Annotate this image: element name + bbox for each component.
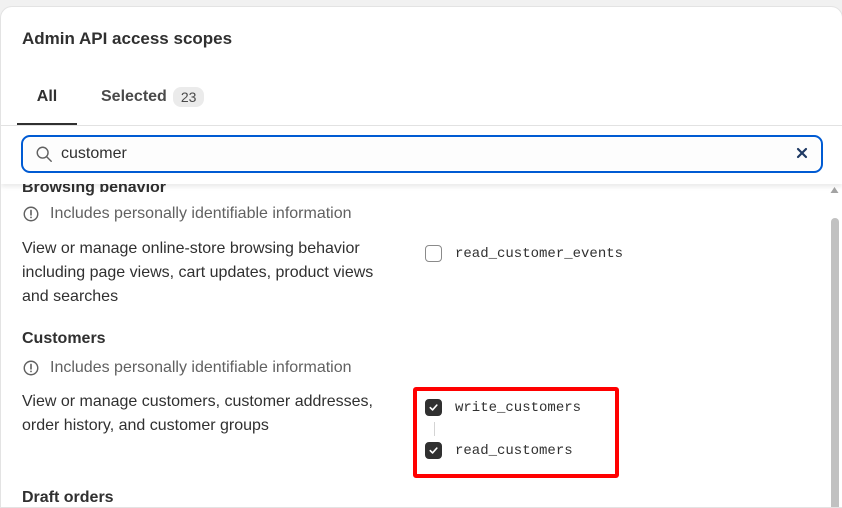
section-title-draft-orders: Draft orders [22,489,114,506]
section-description: View or manage customers, customer addre… [22,393,373,434]
search-field[interactable] [21,135,823,173]
scope-item[interactable]: read_customer_events [425,245,623,262]
scope-checkbox[interactable] [425,245,442,262]
section-description: View or manage online-store browsing beh… [22,240,374,305]
scroll-thumb[interactable] [831,218,839,507]
scope-list: Browsing behavior Includes personally id… [1,178,827,507]
alert-circle-icon [23,206,39,222]
dialog-title: Admin API access scopes [22,29,233,48]
alert-circle-icon [23,360,39,376]
tab-selected-label: Selected [101,88,167,105]
selected-count-badge: 23 [172,87,205,107]
pii-note: Includes personally identifiable informa… [22,205,352,223]
pii-note-text: Includes personally identifiable informa… [50,205,352,222]
scope-tabs: All Selected 23 [1,69,842,126]
tab-all-label: All [36,88,58,105]
section-title-customers: Customers [22,330,106,347]
search-icon [36,146,52,162]
search-bar [1,126,842,184]
scrollbar[interactable] [827,178,842,507]
pii-note: Includes personally identifiable informa… [22,359,352,377]
pii-note-text: Includes personally identifiable informa… [50,359,352,376]
search-input[interactable] [61,143,761,165]
scopes-dialog: Admin API access scopes All Selected 23 … [0,6,842,508]
tab-selected[interactable]: Selected 23 [101,69,205,125]
scope-name: read_customer_events [455,245,624,262]
scroll-up-arrow-icon[interactable] [830,186,839,194]
highlight-box [413,387,619,478]
close-icon[interactable] [795,146,809,160]
tab-all[interactable]: All [17,69,77,125]
